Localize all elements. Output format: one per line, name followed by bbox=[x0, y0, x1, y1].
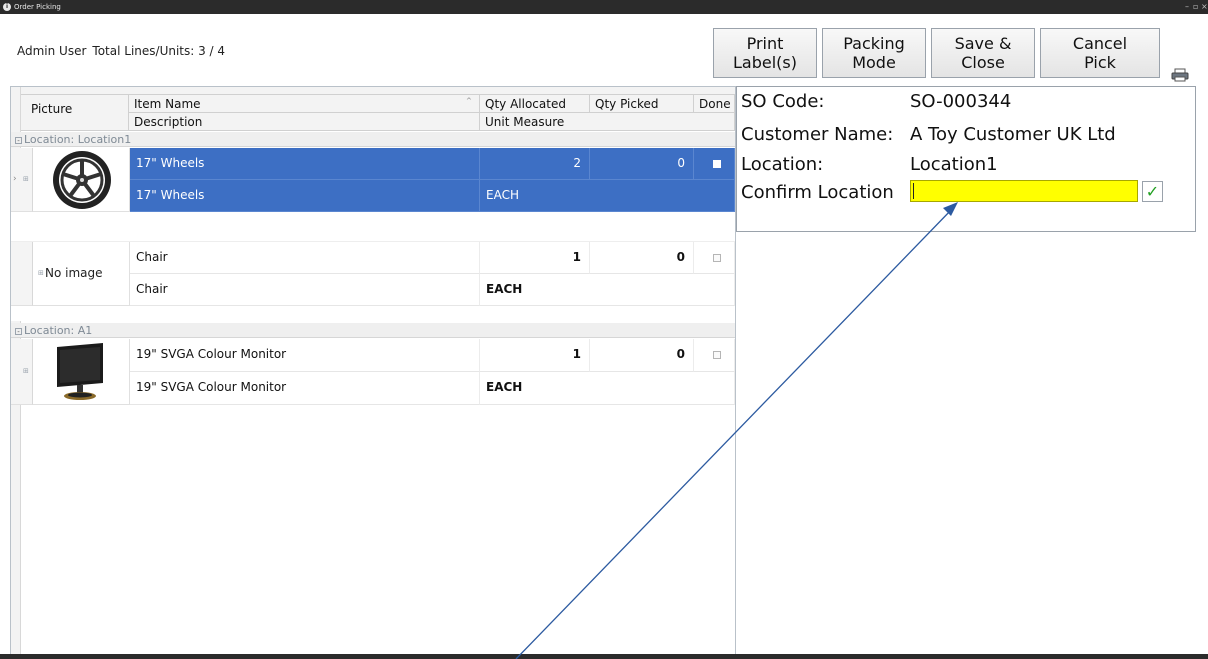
unit-measure-cell[interactable]: EACH bbox=[480, 372, 735, 405]
unit-measure-cell[interactable]: EACH bbox=[480, 274, 735, 306]
monitor-image bbox=[57, 343, 103, 400]
column-header-item-name[interactable]: Item Name bbox=[129, 95, 480, 113]
title-bar: i Order Picking – ▫ × bbox=[0, 0, 1208, 14]
group-label: Location: A1 bbox=[24, 324, 93, 337]
picture-cell[interactable]: ⊞ No image bbox=[33, 242, 130, 306]
minimize-icon[interactable]: – bbox=[1185, 0, 1189, 14]
row-expand-icon[interactable]: ⊞ bbox=[23, 175, 29, 183]
so-code-label: SO Code: bbox=[741, 91, 825, 112]
current-row-icon: › bbox=[13, 174, 17, 184]
close-icon[interactable]: × bbox=[1201, 0, 1208, 14]
row-spacer bbox=[11, 212, 735, 242]
user-info: Admin User Total Lines/Units: 3 / 4 bbox=[17, 44, 231, 58]
customer-name-value: A Toy Customer UK Ltd bbox=[910, 124, 1116, 145]
picture-cell[interactable] bbox=[33, 339, 130, 405]
packing-mode-button[interactable]: Packing Mode bbox=[822, 28, 926, 78]
done-checkbox[interactable] bbox=[713, 254, 721, 262]
qty-picked-cell[interactable]: 0 bbox=[590, 242, 694, 274]
item-name-cell[interactable]: 19" SVGA Colour Monitor bbox=[130, 339, 480, 372]
row-indicator[interactable]: › ⊞ bbox=[11, 148, 33, 212]
column-header-done[interactable]: Done bbox=[694, 95, 735, 113]
bottom-bar bbox=[0, 654, 1208, 659]
header-top-strip bbox=[21, 87, 735, 95]
location-value: Location1 bbox=[910, 154, 998, 175]
app-icon: i bbox=[3, 3, 11, 11]
print-labels-button[interactable]: Print Label(s) bbox=[713, 28, 817, 78]
picture-cell[interactable] bbox=[33, 148, 130, 212]
row-indicator[interactable]: ⊞ bbox=[11, 339, 33, 405]
column-header-qty-picked[interactable]: Qty Picked bbox=[590, 95, 694, 113]
done-checkbox[interactable] bbox=[713, 351, 721, 359]
row-expand-icon[interactable]: ⊞ bbox=[38, 269, 44, 277]
row-spacer bbox=[11, 306, 735, 321]
qty-allocated-cell[interactable]: 2 bbox=[480, 148, 590, 180]
confirm-location-label: Confirm Location bbox=[741, 182, 894, 203]
save-close-button[interactable]: Save & Close bbox=[931, 28, 1035, 78]
unit-measure-cell[interactable]: EACH bbox=[480, 180, 735, 212]
so-code-value: SO-000344 bbox=[910, 91, 1012, 112]
row-indicator[interactable] bbox=[11, 242, 33, 306]
collapse-icon[interactable]: - bbox=[15, 137, 22, 145]
confirm-check-icon[interactable]: ✓ bbox=[1142, 181, 1163, 202]
qty-picked-cell[interactable]: 0 bbox=[590, 148, 694, 180]
pick-lines-grid: Picture Item Name Qty Allocated Qty Pick… bbox=[10, 86, 736, 659]
description-cell[interactable]: Chair bbox=[130, 274, 480, 306]
item-name-cell[interactable]: Chair bbox=[130, 242, 480, 274]
group-row-a1[interactable]: - Location: A1 bbox=[11, 323, 735, 338]
qty-allocated-cell[interactable]: 1 bbox=[480, 339, 590, 372]
done-checkbox[interactable] bbox=[713, 160, 721, 168]
printer-icon[interactable] bbox=[1171, 68, 1189, 82]
text-caret bbox=[913, 183, 914, 199]
maximize-icon[interactable]: ▫ bbox=[1193, 0, 1198, 14]
description-cell[interactable]: 17" Wheels bbox=[130, 180, 480, 212]
qty-picked-cell[interactable]: 0 bbox=[590, 339, 694, 372]
qty-allocated-cell[interactable]: 1 bbox=[480, 242, 590, 274]
column-header-qty-allocated[interactable]: Qty Allocated bbox=[480, 95, 590, 113]
description-cell[interactable]: 19" SVGA Colour Monitor bbox=[130, 372, 480, 405]
wheel-image bbox=[53, 151, 111, 209]
column-header-unit-measure[interactable]: Unit Measure bbox=[480, 113, 735, 131]
cancel-pick-button[interactable]: Cancel Pick bbox=[1040, 28, 1160, 78]
sort-ascending-icon: ^ bbox=[466, 97, 472, 105]
column-header-description[interactable]: Description bbox=[129, 113, 480, 131]
group-label: Location: Location1 bbox=[24, 133, 132, 146]
customer-name-label: Customer Name: bbox=[741, 124, 894, 145]
confirm-location-input[interactable] bbox=[910, 180, 1138, 202]
location-label: Location: bbox=[741, 154, 824, 175]
total-lines-units: Total Lines/Units: 3 / 4 bbox=[92, 44, 226, 58]
group-row-location1[interactable]: - Location: Location1 bbox=[11, 132, 735, 147]
no-image-label: No image bbox=[45, 266, 103, 280]
user-name: Admin User bbox=[17, 44, 87, 58]
row-expand-icon[interactable]: ⊞ bbox=[23, 367, 29, 375]
item-name-cell[interactable]: 17" Wheels bbox=[130, 148, 480, 180]
window-title: Order Picking bbox=[14, 3, 61, 11]
collapse-icon[interactable]: - bbox=[15, 328, 22, 336]
